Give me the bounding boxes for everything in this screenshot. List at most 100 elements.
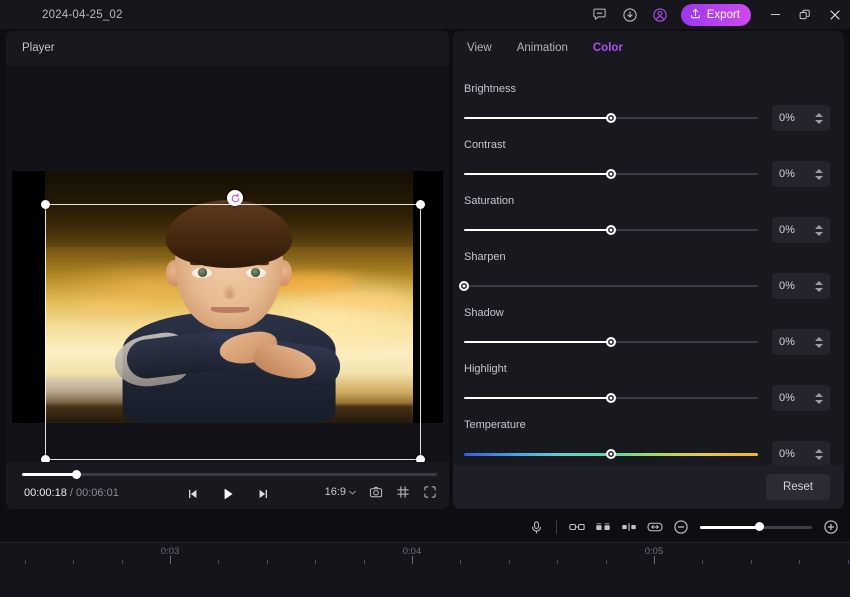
adjustment-sharpen: Sharpen 0% — [453, 245, 844, 301]
zoom-thumb[interactable] — [755, 522, 764, 531]
subject-head — [163, 200, 294, 334]
slider-thumb[interactable] — [459, 281, 469, 291]
seek-track — [22, 473, 437, 476]
stepper-down-icon[interactable] — [815, 400, 823, 404]
split-clip-icon[interactable] — [616, 514, 642, 540]
account-icon[interactable] — [645, 0, 675, 29]
slider-thumb[interactable] — [606, 393, 616, 403]
stepper-down-icon[interactable] — [815, 232, 823, 236]
contrast-value-input[interactable]: 0% — [772, 161, 830, 187]
stepper-up-icon[interactable] — [815, 225, 823, 229]
subject-boy — [108, 191, 351, 423]
slider-fill — [464, 173, 611, 175]
subject-right-iris — [251, 268, 261, 277]
slider-thumb[interactable] — [606, 169, 616, 179]
slider-thumb[interactable] — [606, 449, 616, 459]
fit-timeline-icon[interactable] — [642, 514, 668, 540]
split-transition-icon[interactable] — [590, 514, 616, 540]
transport-controls — [184, 484, 272, 504]
fullscreen-icon[interactable] — [423, 485, 437, 499]
close-button[interactable] — [820, 0, 850, 29]
restore-button[interactable] — [790, 0, 820, 29]
ruler-tick-minor — [315, 560, 316, 564]
stepper-down-icon[interactable] — [815, 176, 823, 180]
timeline-zoom-slider[interactable] — [700, 520, 812, 534]
ruler-tick-minor — [799, 560, 800, 564]
seek-thumb[interactable] — [72, 470, 81, 479]
ruler-tick-minor — [751, 560, 752, 564]
video-stage[interactable] — [6, 65, 449, 486]
saturation-slider[interactable] — [464, 223, 758, 237]
sharpen-slider[interactable] — [464, 279, 758, 293]
rotate-handle[interactable] — [227, 190, 243, 206]
saturation-value-input[interactable]: 0% — [772, 217, 830, 243]
tab-view[interactable]: View — [467, 42, 492, 54]
shadow-value-input[interactable]: 0% — [772, 329, 830, 355]
link-clips-icon[interactable] — [564, 514, 590, 540]
ruler-tick-minor — [460, 560, 461, 564]
grid-icon[interactable] — [396, 485, 410, 499]
inspector-footer: Reset — [453, 465, 844, 509]
stepper-arrows[interactable] — [815, 449, 823, 460]
stepper-down-icon[interactable] — [815, 456, 823, 460]
zoom-out-icon[interactable] — [668, 514, 694, 540]
highlight-value-input[interactable]: 0% — [772, 385, 830, 411]
ruler-tick-minor — [848, 560, 849, 564]
brightness-slider[interactable] — [464, 111, 758, 125]
next-frame-button[interactable] — [254, 484, 272, 504]
timeline-track-area[interactable] — [0, 567, 850, 597]
download-icon[interactable] — [615, 0, 645, 29]
tab-color[interactable]: Color — [593, 42, 623, 54]
video-editor-window: 2024-04-25_02 — [0, 0, 850, 597]
stepper-up-icon[interactable] — [815, 337, 823, 341]
export-button[interactable]: Export — [681, 4, 751, 26]
aspect-ratio-dropdown[interactable]: 16:9 — [325, 486, 356, 498]
temperature-value-input[interactable]: 0% — [772, 441, 830, 467]
time-separator: / — [70, 487, 73, 499]
play-button[interactable] — [219, 484, 237, 504]
stepper-up-icon[interactable] — [815, 169, 823, 173]
stepper-down-icon[interactable] — [815, 344, 823, 348]
value-text: 0% — [779, 448, 795, 460]
slider-thumb[interactable] — [606, 113, 616, 123]
stepper-up-icon[interactable] — [815, 113, 823, 117]
stepper-up-icon[interactable] — [815, 449, 823, 453]
slider-thumb[interactable] — [606, 337, 616, 347]
record-audio-icon[interactable] — [523, 514, 549, 540]
stepper-arrows[interactable] — [815, 113, 823, 124]
stepper-down-icon[interactable] — [815, 288, 823, 292]
ruler-tick-minor — [364, 560, 365, 564]
feedback-icon[interactable] — [585, 0, 615, 29]
shadow-slider[interactable] — [464, 335, 758, 349]
snapshot-icon[interactable] — [369, 485, 383, 499]
reset-button[interactable]: Reset — [766, 474, 830, 500]
highlight-slider[interactable] — [464, 391, 758, 405]
brightness-value-input[interactable]: 0% — [772, 105, 830, 131]
slider-thumb[interactable] — [606, 225, 616, 235]
player-controls: 00:00:18 / 00:06:01 — [6, 462, 449, 509]
ruler-tick-major — [654, 556, 655, 564]
previous-frame-button[interactable] — [184, 484, 202, 504]
seek-fill — [22, 473, 76, 476]
temperature-slider[interactable] — [464, 447, 758, 461]
stepper-up-icon[interactable] — [815, 281, 823, 285]
player-view-controls: 16:9 — [325, 485, 437, 499]
title-bar: 2024-04-25_02 — [0, 0, 850, 29]
player-seek-bar[interactable] — [22, 468, 437, 480]
minimize-button[interactable] — [760, 0, 790, 29]
ruler-tick-minor — [509, 560, 510, 564]
stepper-arrows[interactable] — [815, 225, 823, 236]
stepper-arrows[interactable] — [815, 281, 823, 292]
stepper-arrows[interactable] — [815, 169, 823, 180]
ruler-tick-major — [170, 556, 171, 564]
stepper-down-icon[interactable] — [815, 120, 823, 124]
contrast-slider[interactable] — [464, 167, 758, 181]
stepper-arrows[interactable] — [815, 337, 823, 348]
zoom-in-icon[interactable] — [818, 514, 844, 540]
stepper-up-icon[interactable] — [815, 393, 823, 397]
stepper-arrows[interactable] — [815, 393, 823, 404]
sharpen-value-input[interactable]: 0% — [772, 273, 830, 299]
tab-animation[interactable]: Animation — [517, 42, 568, 54]
adjustment-label: Shadow — [464, 307, 504, 319]
timeline-ruler[interactable]: 0:03 0:04 0:05 — [0, 542, 850, 567]
